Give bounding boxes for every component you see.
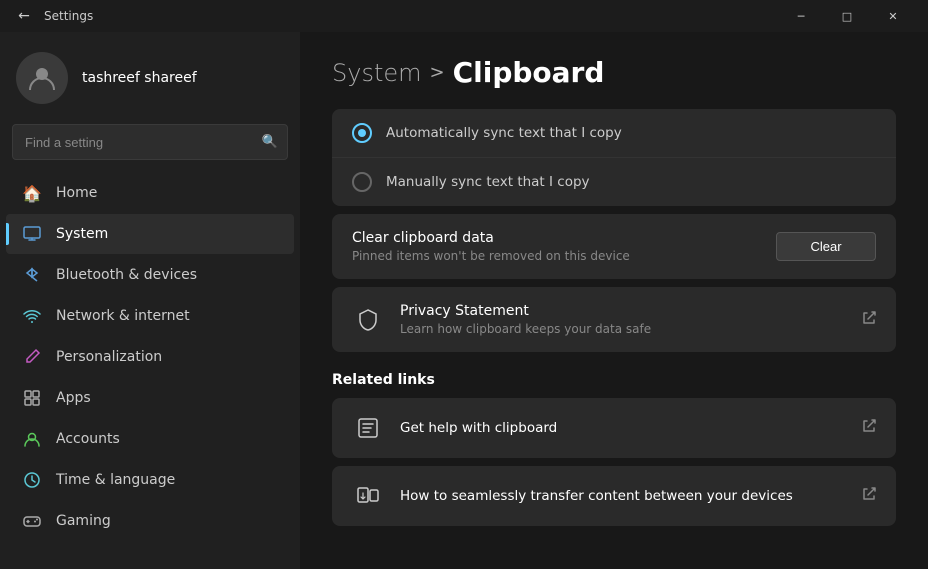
sidebar-item-home-label: Home xyxy=(56,185,97,201)
breadcrumb-parent: System xyxy=(332,59,422,87)
sidebar: tashreef shareef 🔍 🏠 Home System xyxy=(0,32,300,569)
transfer-card: How to seamlessly transfer content betwe… xyxy=(332,466,896,526)
privacy-icon xyxy=(352,304,384,336)
help-card: Get help with clipboard xyxy=(332,398,896,458)
privacy-title: Privacy Statement xyxy=(400,303,651,319)
sync-option-auto[interactable]: Automatically sync text that I copy xyxy=(332,109,896,157)
apps-icon xyxy=(22,388,42,408)
user-profile: tashreef shareef xyxy=(0,40,300,124)
related-links-label: Related links xyxy=(332,372,896,388)
sidebar-item-apps[interactable]: Apps xyxy=(6,378,294,418)
window-controls: ─ □ ✕ xyxy=(778,0,916,32)
clear-description: Pinned items won't be removed on this de… xyxy=(352,249,630,263)
privacy-info: Privacy Statement Learn how clipboard ke… xyxy=(400,303,651,336)
sync-options-card: Automatically sync text that I copy Manu… xyxy=(332,109,896,206)
search-box: 🔍 xyxy=(12,124,288,160)
sidebar-item-system-label: System xyxy=(56,226,108,242)
transfer-icon xyxy=(352,480,384,512)
privacy-row[interactable]: Privacy Statement Learn how clipboard ke… xyxy=(332,287,896,352)
privacy-external-icon xyxy=(862,311,876,329)
content-area: System > Clipboard Automatically sync te… xyxy=(300,32,928,569)
sidebar-item-accounts[interactable]: Accounts xyxy=(6,419,294,459)
time-icon xyxy=(22,470,42,490)
minimize-button[interactable]: ─ xyxy=(778,0,824,32)
sidebar-item-personalization[interactable]: Personalization xyxy=(6,337,294,377)
clear-clipboard-card: Clear clipboard data Pinned items won't … xyxy=(332,214,896,279)
gaming-icon xyxy=(22,511,42,531)
privacy-description: Learn how clipboard keeps your data safe xyxy=(400,322,651,336)
radio-auto[interactable] xyxy=(352,123,372,143)
transfer-link[interactable]: How to seamlessly transfer content betwe… xyxy=(332,466,896,526)
user-name: tashreef shareef xyxy=(82,70,197,86)
personalization-icon xyxy=(22,347,42,367)
breadcrumb-current: Clipboard xyxy=(453,56,605,89)
search-icon: 🔍 xyxy=(262,135,278,150)
sidebar-item-bluetooth[interactable]: Bluetooth & devices xyxy=(6,255,294,295)
accounts-icon xyxy=(22,429,42,449)
clear-button[interactable]: Clear xyxy=(776,232,876,261)
sidebar-item-accounts-label: Accounts xyxy=(56,431,120,447)
privacy-card: Privacy Statement Learn how clipboard ke… xyxy=(332,287,896,352)
help-icon xyxy=(352,412,384,444)
sync-auto-label: Automatically sync text that I copy xyxy=(386,125,622,141)
radio-manual[interactable] xyxy=(352,172,372,192)
sync-manual-label: Manually sync text that I copy xyxy=(386,174,590,190)
search-input[interactable] xyxy=(12,124,288,160)
sidebar-item-system[interactable]: System xyxy=(6,214,294,254)
network-icon xyxy=(22,306,42,326)
sidebar-item-gaming[interactable]: Gaming xyxy=(6,501,294,541)
bluetooth-icon xyxy=(22,265,42,285)
avatar xyxy=(16,52,68,104)
transfer-external-icon xyxy=(862,487,876,505)
sidebar-item-home[interactable]: 🏠 Home xyxy=(6,173,294,213)
sidebar-item-gaming-label: Gaming xyxy=(56,513,111,529)
sidebar-item-personalization-label: Personalization xyxy=(56,349,162,365)
sidebar-item-time-label: Time & language xyxy=(56,472,175,488)
back-button[interactable]: ← xyxy=(12,4,36,28)
breadcrumb-separator: > xyxy=(430,62,445,83)
sidebar-item-network-label: Network & internet xyxy=(56,308,190,324)
help-link-title: Get help with clipboard xyxy=(400,420,846,436)
help-external-icon xyxy=(862,419,876,437)
sidebar-item-apps-label: Apps xyxy=(56,390,91,406)
clear-title: Clear clipboard data xyxy=(352,230,630,246)
sync-option-manual[interactable]: Manually sync text that I copy xyxy=(332,157,896,206)
close-button[interactable]: ✕ xyxy=(870,0,916,32)
maximize-button[interactable]: □ xyxy=(824,0,870,32)
help-link[interactable]: Get help with clipboard xyxy=(332,398,896,458)
breadcrumb: System > Clipboard xyxy=(332,56,896,89)
titlebar: ← Settings ─ □ ✕ xyxy=(0,0,928,32)
nav-list: 🏠 Home System B xyxy=(0,172,300,542)
system-icon xyxy=(22,224,42,244)
clear-row: Clear clipboard data Pinned items won't … xyxy=(332,214,896,279)
main-layout: tashreef shareef 🔍 🏠 Home System xyxy=(0,32,928,569)
home-icon: 🏠 xyxy=(22,183,42,203)
transfer-link-title: How to seamlessly transfer content betwe… xyxy=(400,488,846,504)
sidebar-item-network[interactable]: Network & internet xyxy=(6,296,294,336)
content-inner: System > Clipboard Automatically sync te… xyxy=(300,32,928,566)
clear-info: Clear clipboard data Pinned items won't … xyxy=(352,230,630,263)
sidebar-item-time[interactable]: Time & language xyxy=(6,460,294,500)
sidebar-item-bluetooth-label: Bluetooth & devices xyxy=(56,267,197,283)
app-title: Settings xyxy=(44,9,778,23)
